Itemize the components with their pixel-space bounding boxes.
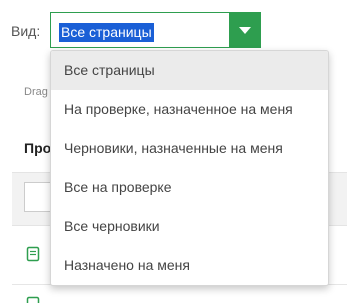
dropdown-item-all-in-review[interactable]: Все на проверке	[51, 168, 328, 207]
view-dropdown-menu: Все страницы На проверке, назначенное на…	[50, 50, 329, 286]
select-toggle-button[interactable]	[229, 12, 261, 48]
dropdown-item-review-assigned-to-me[interactable]: На проверке, назначенное на меня	[51, 90, 328, 129]
dropdown-item-assigned-to-me[interactable]: Назначено на меня	[51, 246, 328, 285]
drag-hint-text: Drag	[24, 86, 48, 98]
view-select-value: Все страницы	[59, 23, 154, 42]
page: Drag Про Вид: Все страницы Все страницы …	[0, 0, 347, 303]
document-icon	[26, 296, 40, 303]
view-select[interactable]: Все страницы	[50, 12, 261, 48]
document-icon	[26, 246, 40, 262]
view-label: Вид:	[11, 23, 41, 39]
dropdown-item-drafts-assigned-to-me[interactable]: Черновики, назначенные на меня	[51, 129, 328, 168]
dropdown-item-all-pages[interactable]: Все страницы	[51, 51, 328, 90]
section-heading: Про	[24, 140, 52, 156]
dropdown-item-all-drafts[interactable]: Все черновики	[51, 207, 328, 246]
chevron-down-icon	[239, 26, 251, 34]
